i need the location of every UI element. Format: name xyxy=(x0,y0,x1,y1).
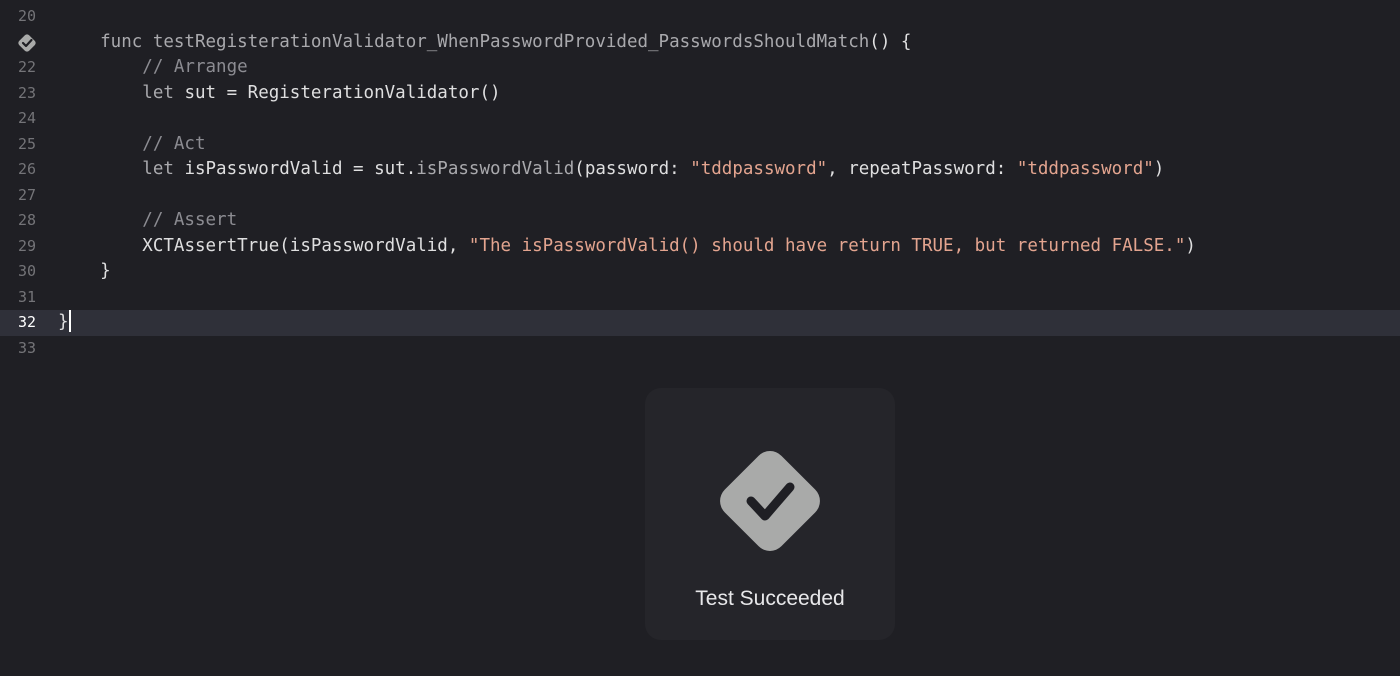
code-line[interactable]: func testRegisterationValidator_WhenPass… xyxy=(0,30,1400,56)
code-token: } xyxy=(58,261,111,281)
code-text: let isPasswordValid = sut.isPasswordVali… xyxy=(58,157,1164,183)
line-number: 28 xyxy=(17,211,36,229)
line-number: 24 xyxy=(17,109,36,127)
code-token: "The isPasswordValid() should have retur… xyxy=(468,235,1186,256)
code-text: // Arrange xyxy=(58,55,248,81)
code-token: // Arrange xyxy=(58,57,248,77)
code-text: func testRegisterationValidator_WhenPass… xyxy=(58,30,911,56)
code-line[interactable]: 29 XCTAssertTrue(isPasswordValid, "The i… xyxy=(0,234,1400,260)
code-text: // Act xyxy=(58,132,206,158)
text-caret xyxy=(68,310,71,332)
test-passed-diamond-icon[interactable] xyxy=(16,32,38,54)
line-number: 25 xyxy=(17,134,36,153)
code-token: isPasswordValid xyxy=(416,159,575,179)
code-text: } xyxy=(58,259,111,285)
code-token: func xyxy=(58,31,153,52)
code-token: // Act xyxy=(58,133,206,154)
code-line[interactable]: 32} xyxy=(0,310,1400,336)
code-token: (isPasswordValid, xyxy=(279,235,469,256)
code-line[interactable]: 24 xyxy=(0,106,1400,132)
checkmark-diamond-icon xyxy=(720,451,820,551)
code-token: isPasswordValid = sut. xyxy=(184,159,417,179)
code-text: let sut = RegisterationValidator() xyxy=(58,81,501,107)
line-number: 23 xyxy=(17,83,36,102)
code-line[interactable]: 33 xyxy=(0,336,1400,362)
code-line[interactable]: 26 let isPasswordValid = sut.isPasswordV… xyxy=(0,157,1400,183)
code-token: testRegisterationValidator_WhenPasswordP… xyxy=(152,31,870,52)
code-text: // Assert xyxy=(58,208,237,234)
code-line[interactable]: 25 // Act xyxy=(0,132,1400,158)
line-number: 27 xyxy=(17,185,36,204)
line-number: 30 xyxy=(17,262,36,280)
code-token: "tddpassword" xyxy=(690,159,828,179)
code-line[interactable]: 30 } xyxy=(0,259,1400,285)
code-text: XCTAssertTrue(isPasswordValid, "The isPa… xyxy=(58,234,1196,260)
code-line[interactable]: 27 xyxy=(0,183,1400,209)
code-token: () { xyxy=(869,31,912,52)
code-line[interactable]: 23 let sut = RegisterationValidator() xyxy=(0,81,1400,107)
line-number: 22 xyxy=(17,58,36,76)
code-token: let xyxy=(58,82,185,103)
code-token: ) xyxy=(1185,235,1196,256)
code-line[interactable]: 28 // Assert xyxy=(0,208,1400,234)
code-token: ) xyxy=(1153,159,1165,179)
code-token: sut = xyxy=(184,82,248,103)
line-number: 20 xyxy=(17,7,36,25)
code-text: } xyxy=(58,310,71,336)
code-token: () xyxy=(479,82,501,103)
line-number: 26 xyxy=(17,160,36,178)
test-result-label: Test Succeeded xyxy=(695,587,845,610)
code-token: , repeatPassword: xyxy=(827,159,1017,179)
line-number: 33 xyxy=(17,338,36,357)
code-token: "tddpassword" xyxy=(1016,159,1154,179)
code-token: let xyxy=(58,159,185,179)
code-line[interactable]: 31 xyxy=(0,285,1400,311)
code-line[interactable]: 20 xyxy=(0,4,1400,30)
code-token: // Assert xyxy=(58,210,238,230)
code-token: RegisterationValidator xyxy=(247,82,480,103)
code-token: XCTAssertTrue xyxy=(142,235,280,256)
line-number: 31 xyxy=(17,287,36,306)
code-line[interactable]: 22 // Arrange xyxy=(0,55,1400,81)
line-number: 32 xyxy=(17,313,36,331)
line-number: 29 xyxy=(17,236,36,255)
code-token: } xyxy=(58,312,69,332)
code-token: (password: xyxy=(574,159,691,179)
test-result-hud: Test Succeeded xyxy=(645,388,895,640)
